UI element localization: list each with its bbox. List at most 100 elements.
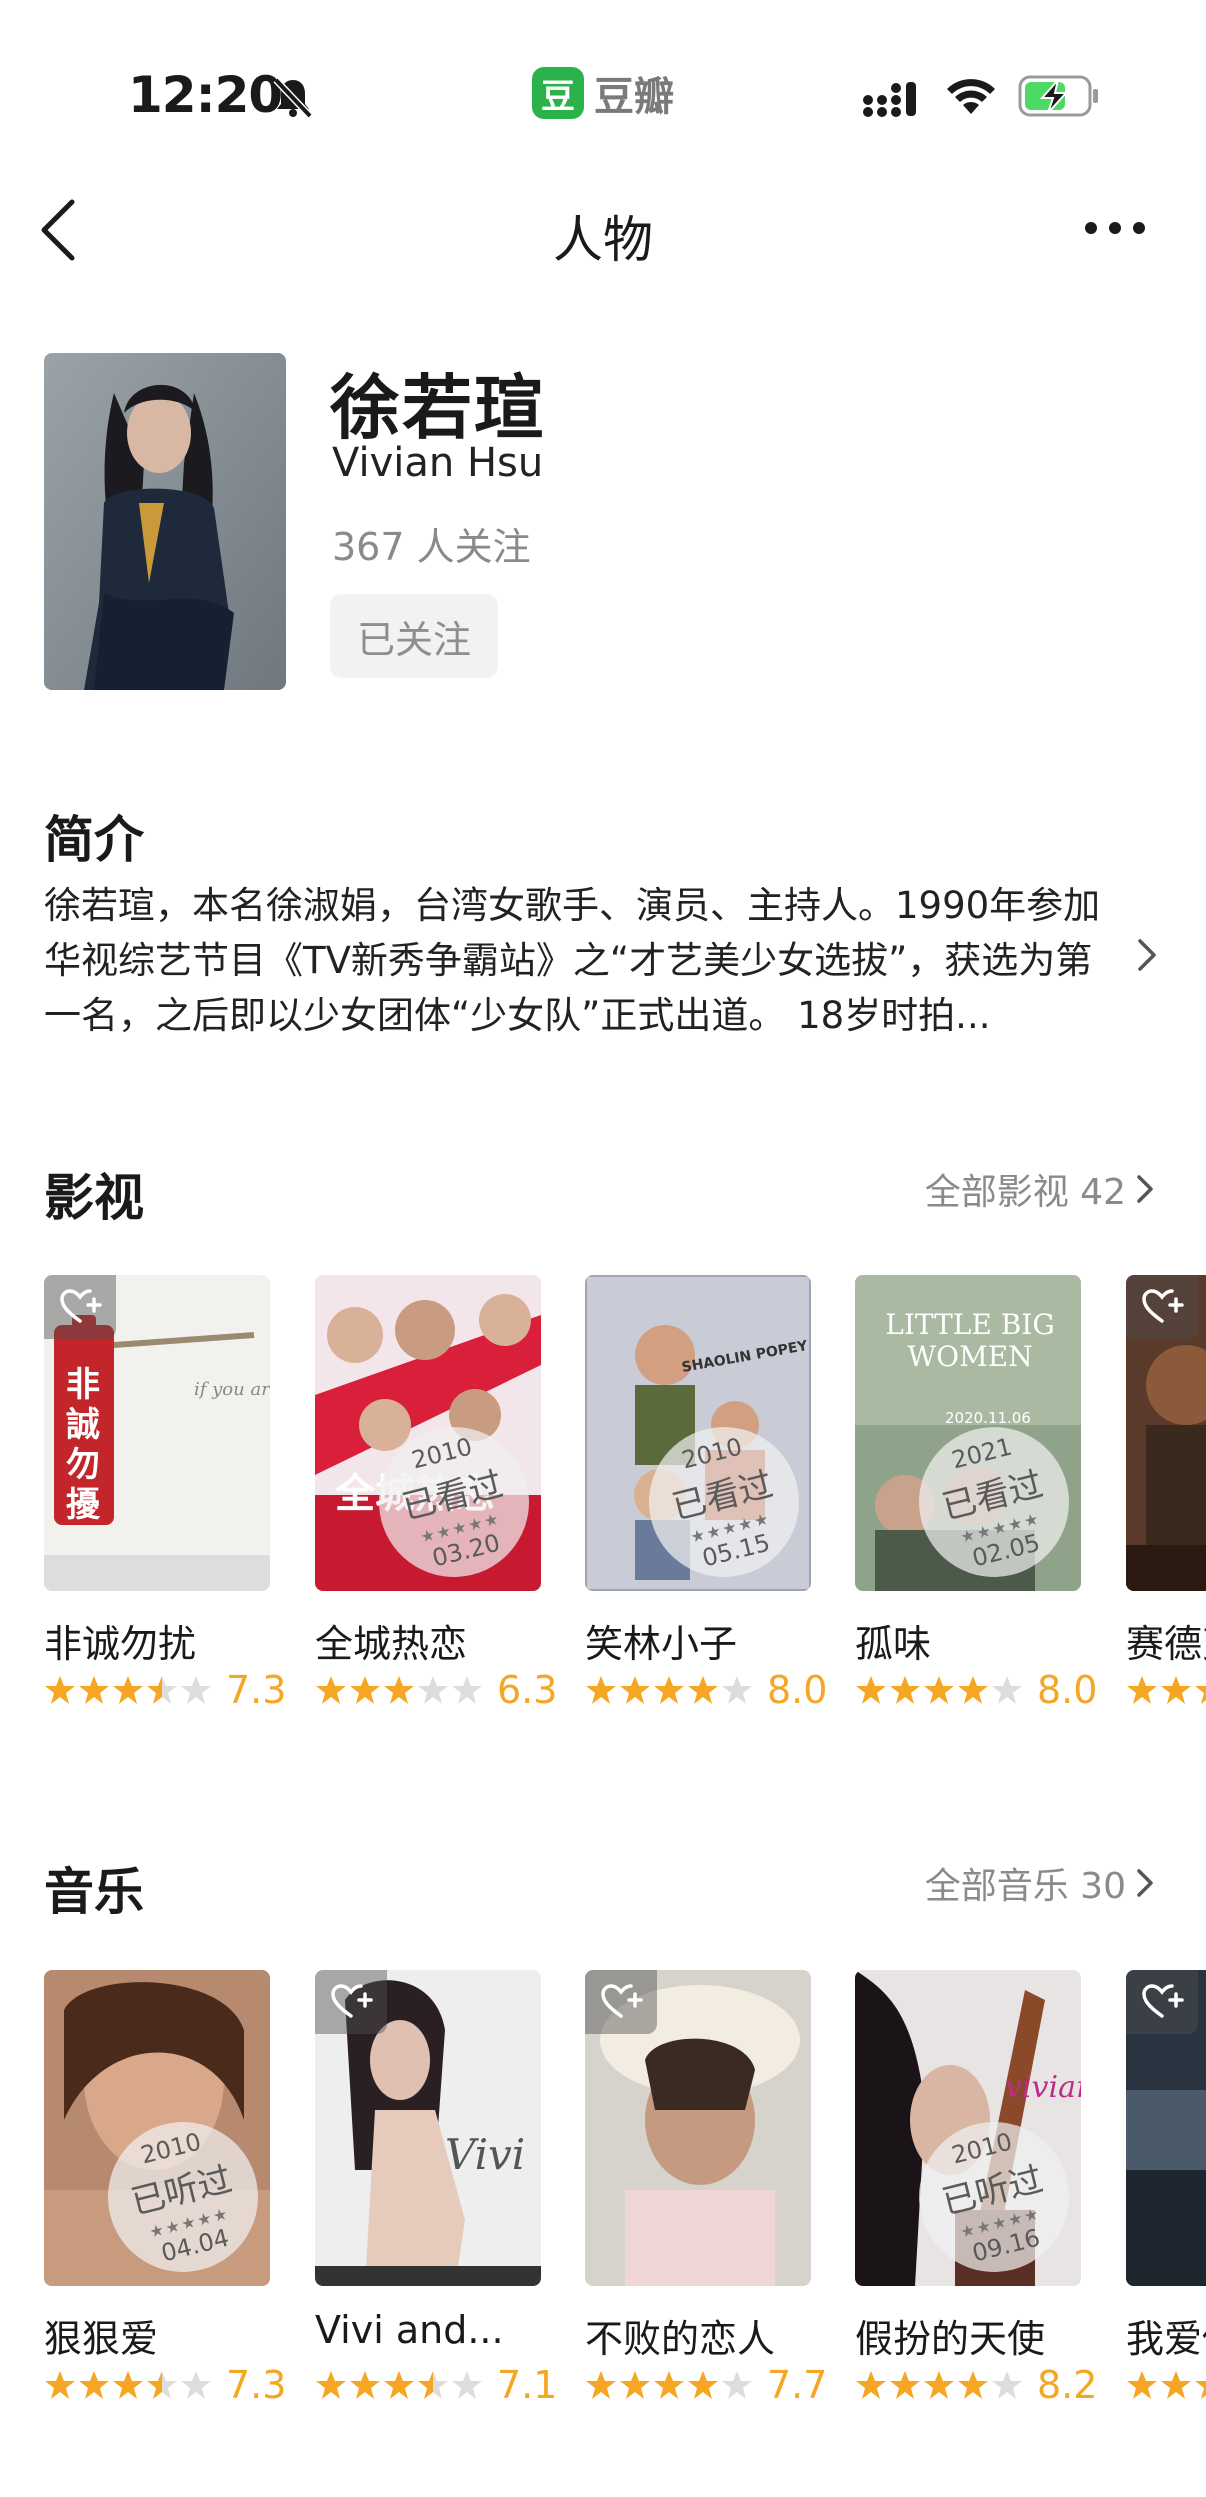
film-poster[interactable]: 全城热恋 2010 已看过 ★★★★★ 03.20 (315, 1275, 541, 1591)
film-poster[interactable]: SHAOLIN POPEY 2010 已看过 ★★★★★ 05.15 (585, 1275, 811, 1591)
star-icon (924, 1676, 954, 1704)
star-icon (418, 1676, 448, 1704)
silent-bell-icon (273, 77, 313, 119)
person-name: 徐若瑄 (330, 367, 546, 449)
star-icon (1127, 2371, 1157, 2399)
person-photo[interactable] (44, 353, 286, 690)
star-icon (856, 2371, 886, 2399)
rating-stars (315, 1674, 483, 1706)
star-icon (992, 2371, 1022, 2399)
album-cover[interactable] (1126, 1970, 1206, 2286)
star-icon (384, 1676, 414, 1704)
star-icon (1195, 1686, 1206, 1704)
star-icon (924, 2371, 954, 2399)
rating-score: 6.3 (497, 1668, 558, 1712)
more-options-icon[interactable] (1082, 208, 1148, 248)
intro-section-title: 简介 (44, 811, 144, 869)
film-poster-text: 非誠勿擾 (66, 1365, 100, 1525)
navigation-bar: 人物 (0, 180, 1206, 280)
film-poster-text: LITTLE BIG WOMEN (885, 1308, 1055, 1373)
wishlist-heart-icon[interactable] (44, 1275, 116, 1339)
star-icon (856, 1676, 886, 1704)
album-cover[interactable]: Vivi (315, 1970, 541, 2286)
star-icon (688, 2371, 718, 2399)
douban-logo-icon: 豆 (532, 67, 584, 119)
rating-score: 8.0 (767, 1668, 828, 1712)
album-title: 不败的恋人 (585, 2317, 776, 2358)
svg-text:if you are the one: if you are the one (194, 1379, 270, 1400)
all-films-link[interactable]: 全部影视 42 (925, 1163, 1156, 1215)
star-icon (722, 2371, 752, 2399)
album-cover[interactable] (585, 1970, 811, 2286)
star-icon (418, 2371, 448, 2399)
film-poster-date: 2020.11.06 (945, 1409, 1031, 1427)
star-icon (147, 1676, 177, 1704)
cellular-signal-icon (863, 82, 916, 117)
star-icon (350, 1676, 380, 1704)
rating-stars (44, 2369, 212, 2401)
music-card[interactable]: vivian 2010 已听过 ★★★★★ 09.16 假扮的天使 8.2 (855, 1970, 1097, 2408)
film-card[interactable]: SHAOLIN POPEY 2010 已看过 ★★★★★ 05.15 笑林小子 … (585, 1275, 827, 1713)
rating-stars (855, 1674, 1023, 1706)
film-title: 赛德克 (1126, 1622, 1206, 1663)
rating-score: 7.1 (497, 2363, 558, 2407)
rating-stars (855, 2369, 1023, 2401)
film-poster[interactable]: LITTLE BIG WOMEN 2020.11.06 2021 已看过 ★★★… (855, 1275, 1081, 1591)
music-card[interactable]: 不败的恋人 7.7 (585, 1970, 827, 2408)
music-card[interactable]: 2010 已听过 ★★★★★ 04.04 狠狠爱 7.3 (44, 1970, 286, 2408)
rating-stars (585, 2369, 753, 2401)
star-icon (181, 1676, 211, 1704)
rating-stars (585, 1674, 753, 1706)
music-card[interactable]: 我爱你 (1126, 1970, 1206, 2408)
album-cover[interactable]: 2010 已听过 ★★★★★ 04.04 (44, 1970, 270, 2286)
album-rating: 7.3 (44, 2362, 286, 2408)
star-icon (316, 1676, 346, 1704)
rating-stars (1126, 1674, 1206, 1706)
star-icon (147, 2371, 177, 2399)
film-poster[interactable]: if you are the one 非誠勿擾 (44, 1275, 270, 1591)
app-indicator: 豆 豆瓣 (532, 66, 674, 120)
wishlist-heart-icon[interactable] (1126, 1275, 1198, 1339)
star-icon (586, 2371, 616, 2399)
album-title: 假扮的天使 (855, 2317, 1046, 2358)
film-title: 笑林小子 (585, 1622, 738, 1663)
film-card[interactable]: LITTLE BIG WOMEN 2020.11.06 2021 已看过 ★★★… (855, 1275, 1097, 1713)
all-music-link[interactable]: 全部音乐 30 (925, 1857, 1156, 1909)
star-icon (113, 1676, 143, 1704)
star-icon (620, 1676, 650, 1704)
film-card[interactable]: 全城热恋 2010 已看过 ★★★★★ 03.20 全城热恋 6.3 (315, 1275, 557, 1713)
wishlist-heart-icon[interactable] (315, 1970, 387, 2034)
star-icon (992, 1676, 1022, 1704)
star-icon (350, 2371, 380, 2399)
star-icon (654, 1676, 684, 1704)
follow-button[interactable]: 已关注 (330, 594, 498, 678)
film-rating: 6.3 (315, 1667, 557, 1713)
album-rating: 7.7 (585, 2362, 827, 2408)
star-icon (452, 2371, 482, 2399)
film-card[interactable]: if you are the one 非誠勿擾 非诚勿扰 7.3 (44, 1275, 286, 1713)
intro-expand-chevron-icon[interactable] (1134, 935, 1160, 975)
wishlist-heart-icon[interactable] (585, 1970, 657, 2034)
album-rating: 7.1 (315, 2362, 557, 2408)
star-icon (890, 1676, 920, 1704)
star-icon (1161, 1676, 1191, 1704)
album-cover-text: vivian (1005, 2070, 1081, 2105)
star-icon (1161, 2371, 1191, 2399)
film-poster[interactable] (1126, 1275, 1206, 1591)
rating-stars (1126, 2369, 1206, 2401)
album-cover[interactable]: vivian 2010 已听过 ★★★★★ 09.16 (855, 1970, 1081, 2286)
status-time: 12:20 (128, 66, 283, 124)
rating-score: 7.3 (226, 1668, 287, 1712)
wishlist-heart-icon[interactable] (1126, 1970, 1198, 2034)
film-card[interactable]: 赛德克 (1126, 1275, 1206, 1713)
status-bar: 12:20 豆 豆瓣 (0, 0, 1206, 190)
star-icon (45, 1676, 75, 1704)
music-card[interactable]: Vivi Vivi and... 7.1 (315, 1970, 557, 2408)
intro-text[interactable]: 徐若瑄，本名徐淑娟，台湾女歌手、演员、主持人。1990年参加华视综艺节目《TV新… (44, 878, 1124, 1043)
all-music-label: 全部音乐 30 (924, 1866, 1126, 1907)
page-title: 人物 (553, 211, 653, 269)
album-rating: 8.2 (855, 2362, 1097, 2408)
star-icon (688, 1676, 718, 1704)
star-icon (452, 1676, 482, 1704)
star-icon (958, 2371, 988, 2399)
